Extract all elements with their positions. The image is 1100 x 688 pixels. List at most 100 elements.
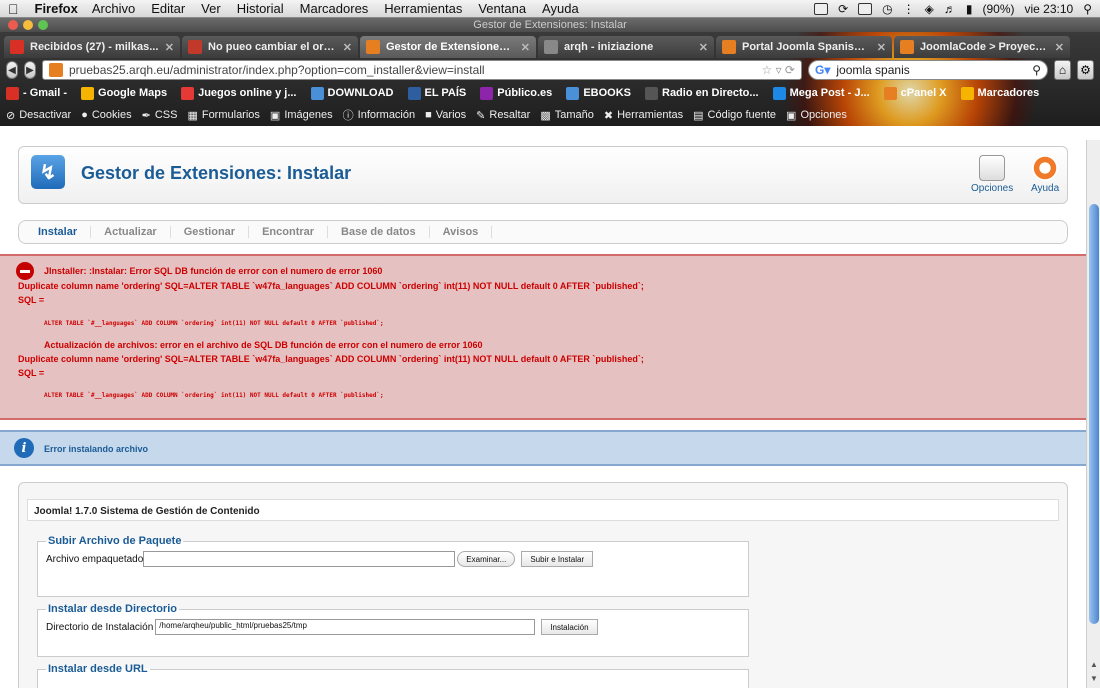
bookmark-star-icon[interactable]: ☆ ▿ ⟳ xyxy=(761,63,795,77)
menu-editar[interactable]: Editar xyxy=(151,1,185,16)
bookmark-mega-post[interactable]: Mega Post - J... xyxy=(772,86,870,100)
elpais-icon xyxy=(407,86,421,100)
home-icon[interactable]: ⌂ xyxy=(1054,60,1071,80)
app-menu[interactable]: Firefox xyxy=(35,1,78,16)
close-tab-icon[interactable]: ✕ xyxy=(877,41,886,54)
tab-arqh[interactable]: arqh - iniziazione ✕ xyxy=(538,36,714,58)
wd-formularios[interactable]: ▦ Formularios xyxy=(187,109,259,122)
addons-icon[interactable]: ⚙ xyxy=(1077,60,1094,80)
wd-imagenes[interactable]: ▣ Imágenes xyxy=(270,109,333,122)
tab-joomlacode[interactable]: JoomlaCode > Proyecto... ✕ xyxy=(894,36,1070,58)
bookmark-el-pais[interactable]: EL PAÍS xyxy=(407,86,467,100)
scroll-up-icon[interactable]: ▲ xyxy=(1090,660,1098,669)
scroll-down-icon[interactable]: ▼ xyxy=(1090,674,1098,683)
tab-forum[interactable]: No pueo cambiar el ord... ✕ xyxy=(182,36,358,58)
url-bar[interactable]: pruebas25.arqh.eu/administrator/index.ph… xyxy=(42,60,802,80)
wd-css[interactable]: ✒ CSS xyxy=(142,109,178,122)
wd-resaltar[interactable]: ✎ Resaltar xyxy=(476,109,530,122)
clock-icon[interactable]: ◷ xyxy=(882,2,892,16)
submenu-avisos[interactable]: Avisos xyxy=(430,226,493,238)
bookmark-google-maps[interactable]: Google Maps xyxy=(81,86,167,100)
submenu-encontrar[interactable]: Encontrar xyxy=(249,226,329,238)
page-icon xyxy=(544,40,558,54)
wd-opciones[interactable]: ▣ Opciones xyxy=(786,109,847,122)
install-directory-input[interactable]: /home/arqheu/public_html/pruebas25/tmp xyxy=(155,619,536,635)
disable-icon: ⊘ xyxy=(6,109,16,122)
url-text[interactable]: pruebas25.arqh.eu/administrator/index.ph… xyxy=(69,63,485,77)
bookmark-marcadores[interactable]: Marcadores xyxy=(960,86,1039,100)
tab-portal-joomla[interactable]: Portal Joomla Spanish -... ✕ xyxy=(716,36,892,58)
submenu-instalar[interactable]: Instalar xyxy=(25,226,92,238)
search-bar[interactable]: G▾ joomla spanis ⚲ xyxy=(808,60,1048,80)
wd-tamano[interactable]: ▩ Tamaño xyxy=(540,109,594,122)
bookmark-ebooks[interactable]: EBOOKS xyxy=(566,86,631,100)
wd-label: Tamaño xyxy=(554,109,594,121)
browse-button[interactable]: Examinar... xyxy=(457,551,516,567)
tab-gmail[interactable]: Recibidos (27) - milkas... ✕ xyxy=(4,36,180,58)
info-message: Error instalando archivo xyxy=(44,444,149,454)
close-tab-icon[interactable]: ✕ xyxy=(521,41,530,54)
menu-archivo[interactable]: Archivo xyxy=(92,1,135,16)
wifi-icon[interactable]: ◈ xyxy=(925,2,934,16)
battery-icon[interactable]: ▮ xyxy=(966,2,973,16)
apple-icon[interactable]:  xyxy=(8,1,19,17)
search-icon[interactable]: ⚲ xyxy=(1032,63,1041,77)
bookmark-cpanel[interactable]: cPanel X xyxy=(883,86,947,100)
upload-legend: Subir Archivo de Paquete xyxy=(48,535,182,547)
star-icon xyxy=(960,86,974,100)
info-message-box: i Error instalando archivo xyxy=(0,430,1086,466)
menu-herramientas[interactable]: Herramientas xyxy=(384,1,462,16)
help-lifebuoy-icon xyxy=(1032,155,1059,181)
menu-ventana[interactable]: Ventana xyxy=(478,1,526,16)
bookmark-publico[interactable]: Público.es xyxy=(480,86,553,100)
bookmark-label: Público.es xyxy=(497,87,553,99)
bookmark-gmail[interactable]: - Gmail - xyxy=(6,86,67,100)
submenu-gestionar[interactable]: Gestionar xyxy=(171,226,250,238)
wd-codigo-fuente[interactable]: ▤ Código fuente xyxy=(693,109,776,122)
help-button[interactable]: Ayuda xyxy=(1031,155,1059,194)
bookmark-juegos[interactable]: Juegos online y j... xyxy=(181,86,297,100)
package-file-input[interactable] xyxy=(143,551,456,567)
error-message-box: JInstaller: :Instalar: Error SQL DB func… xyxy=(0,254,1086,420)
upload-install-button[interactable]: Subir e Instalar xyxy=(521,551,594,567)
page-scrollbar[interactable]: ▲ ▼ xyxy=(1086,140,1100,688)
forward-icon[interactable]: ▶ xyxy=(24,61,36,79)
display-icon[interactable] xyxy=(858,2,873,15)
wd-desactivar[interactable]: ⊘ Desactivar xyxy=(6,109,71,122)
wd-cookies[interactable]: ● Cookies xyxy=(81,109,131,121)
tab-gestor-extensiones[interactable]: Gestor de Extensiones: I... ✕ xyxy=(360,36,536,58)
bookmark-download[interactable]: DOWNLOAD xyxy=(310,86,394,100)
wd-informacion[interactable]: ⓘ Información xyxy=(343,107,415,123)
bookmark-label: EL PAÍS xyxy=(424,87,467,99)
bookmark-radio[interactable]: Radio en Directo... xyxy=(645,86,759,100)
menu-ayuda[interactable]: Ayuda xyxy=(542,1,579,16)
google-icon[interactable]: G▾ xyxy=(815,63,830,77)
menu-ver[interactable]: Ver xyxy=(201,1,221,16)
submenu-base-de-datos[interactable]: Base de datos xyxy=(328,226,430,238)
close-tab-icon[interactable]: ✕ xyxy=(1055,41,1064,54)
wd-varios[interactable]: ■ Varios xyxy=(425,109,466,121)
joomla-icon xyxy=(900,40,914,54)
scrollbar-thumb[interactable] xyxy=(1089,204,1099,624)
bookmark-label: DOWNLOAD xyxy=(327,87,394,99)
version-heading: Joomla! 1.7.0 Sistema de Gestión de Cont… xyxy=(27,499,1059,521)
back-icon[interactable]: ◀ xyxy=(6,61,18,79)
menu-historial[interactable]: Historial xyxy=(237,1,284,16)
status-icon[interactable] xyxy=(814,2,829,15)
submenu-actualizar[interactable]: Actualizar xyxy=(91,226,171,238)
spotlight-icon[interactable]: ⚲ xyxy=(1083,2,1092,16)
volume-icon[interactable]: ♬ xyxy=(944,2,956,16)
search-input[interactable]: joomla spanis xyxy=(836,63,909,77)
close-tab-icon[interactable]: ✕ xyxy=(699,41,708,54)
battery-percent: (90%) xyxy=(982,1,1015,16)
menu-marcadores[interactable]: Marcadores xyxy=(300,1,369,16)
options-button[interactable]: Opciones xyxy=(971,155,1013,194)
wd-herramientas[interactable]: ✖ Herramientas xyxy=(604,109,683,122)
install-directory-button[interactable]: Instalación xyxy=(541,619,598,635)
clock[interactable]: vie 23:10 xyxy=(1025,2,1074,16)
bluetooth-icon[interactable]: ⋮ xyxy=(903,2,915,16)
wd-label: Formularios xyxy=(201,109,260,121)
close-tab-icon[interactable]: ✕ xyxy=(343,41,352,54)
close-tab-icon[interactable]: ✕ xyxy=(165,41,174,54)
sync-icon[interactable]: ⟳ xyxy=(838,2,848,16)
